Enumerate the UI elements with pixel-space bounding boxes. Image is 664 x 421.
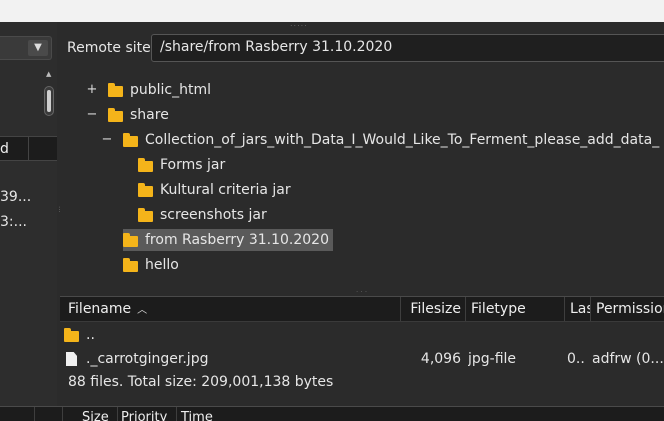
tree-item-public-html[interactable]: + public_html: [86, 79, 211, 101]
column-header-label: Filename: [68, 301, 132, 317]
local-column-header[interactable]: d: [0, 141, 9, 157]
tree-item-label: share: [130, 107, 169, 123]
column-header-filename[interactable]: Filename ︿: [68, 297, 398, 321]
folder-icon: [138, 208, 153, 222]
column-divider[interactable]: [62, 407, 63, 421]
file-name: ._carrotginger.jpg: [86, 351, 209, 367]
tree-item-screenshots-jar[interactable]: screenshots jar: [138, 204, 267, 226]
folder-icon: [123, 233, 138, 247]
column-header-last-modified[interactable]: Las: [570, 297, 590, 321]
remote-status-text: 88 files. Total size: 209,001,138 bytes: [68, 374, 334, 390]
transfer-queue-header: Size Priority Time: [0, 406, 664, 421]
tree-item-share[interactable]: − share: [86, 104, 169, 126]
folder-icon: [123, 133, 138, 147]
remote-site-bar: Remote site: /share/from Rasberry 31.10.…: [57, 30, 664, 66]
column-divider[interactable]: [176, 407, 177, 421]
remote-file-list-header: Filename ︿ Filesize Filetype Las Permissi…: [60, 296, 664, 322]
column-header-permissions[interactable]: Permission: [596, 297, 664, 321]
folder-icon: [108, 83, 123, 97]
column-divider[interactable]: [28, 137, 29, 160]
column-divider[interactable]: [117, 407, 118, 421]
local-tree-scrollbar[interactable]: ▲: [44, 70, 54, 116]
column-divider[interactable]: [465, 297, 466, 321]
tree-item-from-rasberry[interactable]: from Rasberry 31.10.2020: [123, 229, 333, 251]
folder-icon: [64, 328, 79, 342]
tree-item-forms-jar[interactable]: Forms jar: [138, 154, 225, 176]
expand-icon[interactable]: +: [86, 79, 98, 101]
column-header-filesize[interactable]: Filesize: [401, 297, 461, 321]
tree-item-collection-of-jars[interactable]: − Collection_of_jars_with_Data_I_Would_L…: [101, 129, 660, 151]
file-type: jpg-file: [468, 351, 517, 367]
tree-item-hello[interactable]: hello: [123, 254, 179, 276]
remote-site-label: Remote site:: [67, 40, 156, 56]
tree-item-label: hello: [145, 257, 179, 273]
local-list-item[interactable]: 39...: [0, 189, 31, 205]
file-list-row[interactable]: ._carrotginger.jpg 4,096 jpg-file 0.. ad…: [60, 347, 664, 371]
folder-icon: [123, 258, 138, 272]
remote-directory-tree[interactable]: + public_html − share − Collection_of_ja…: [60, 66, 664, 294]
column-divider[interactable]: [564, 297, 565, 321]
file-last-modified: 0..: [567, 351, 585, 367]
splitter-grip-icon[interactable]: . . .: [356, 286, 367, 294]
tree-item-label: Collection_of_jars_with_Data_I_Would_Lik…: [145, 132, 660, 148]
column-divider[interactable]: [34, 407, 35, 421]
tree-item-kultural-criteria-jar[interactable]: Kultural criteria jar: [138, 179, 291, 201]
column-header-time[interactable]: Time: [181, 410, 213, 421]
tree-item-label: Forms jar: [160, 157, 226, 173]
tree-item-label: public_html: [130, 82, 212, 98]
collapse-icon[interactable]: −: [86, 104, 98, 126]
file-icon: [66, 352, 77, 366]
column-header-size[interactable]: Size: [82, 410, 109, 421]
local-list-item[interactable]: 3:...: [0, 214, 27, 230]
file-permissions: adfrw (0...: [592, 351, 664, 367]
column-header-priority[interactable]: Priority: [121, 410, 167, 421]
collapse-icon[interactable]: −: [101, 129, 113, 151]
tree-item-label: screenshots jar: [160, 207, 267, 223]
splitter-grip-icon[interactable]: .....: [290, 19, 308, 28]
window-top-bar: .....: [0, 0, 664, 28]
file-name: ..: [86, 327, 95, 343]
local-list-header: d: [0, 136, 57, 161]
file-list-row[interactable]: ..: [60, 323, 664, 347]
scrollbar-thumb[interactable]: [47, 90, 51, 112]
remote-site-path-input[interactable]: /share/from Rasberry 31.10.2020: [151, 34, 664, 62]
folder-icon: [108, 108, 123, 122]
folder-icon: [138, 158, 153, 172]
folder-icon: [138, 183, 153, 197]
column-header-filetype[interactable]: Filetype: [471, 297, 561, 321]
sort-ascending-icon: ︿: [137, 305, 148, 316]
tree-item-label: from Rasberry 31.10.2020: [145, 232, 329, 248]
local-site-combo[interactable]: ▼: [0, 36, 52, 60]
column-divider[interactable]: [590, 297, 591, 321]
tree-item-label: Kultural criteria jar: [160, 182, 291, 198]
chevron-down-icon[interactable]: ▼: [28, 40, 48, 56]
scroll-up-icon[interactable]: ▲: [46, 70, 51, 78]
file-size: 4,096: [420, 351, 461, 367]
